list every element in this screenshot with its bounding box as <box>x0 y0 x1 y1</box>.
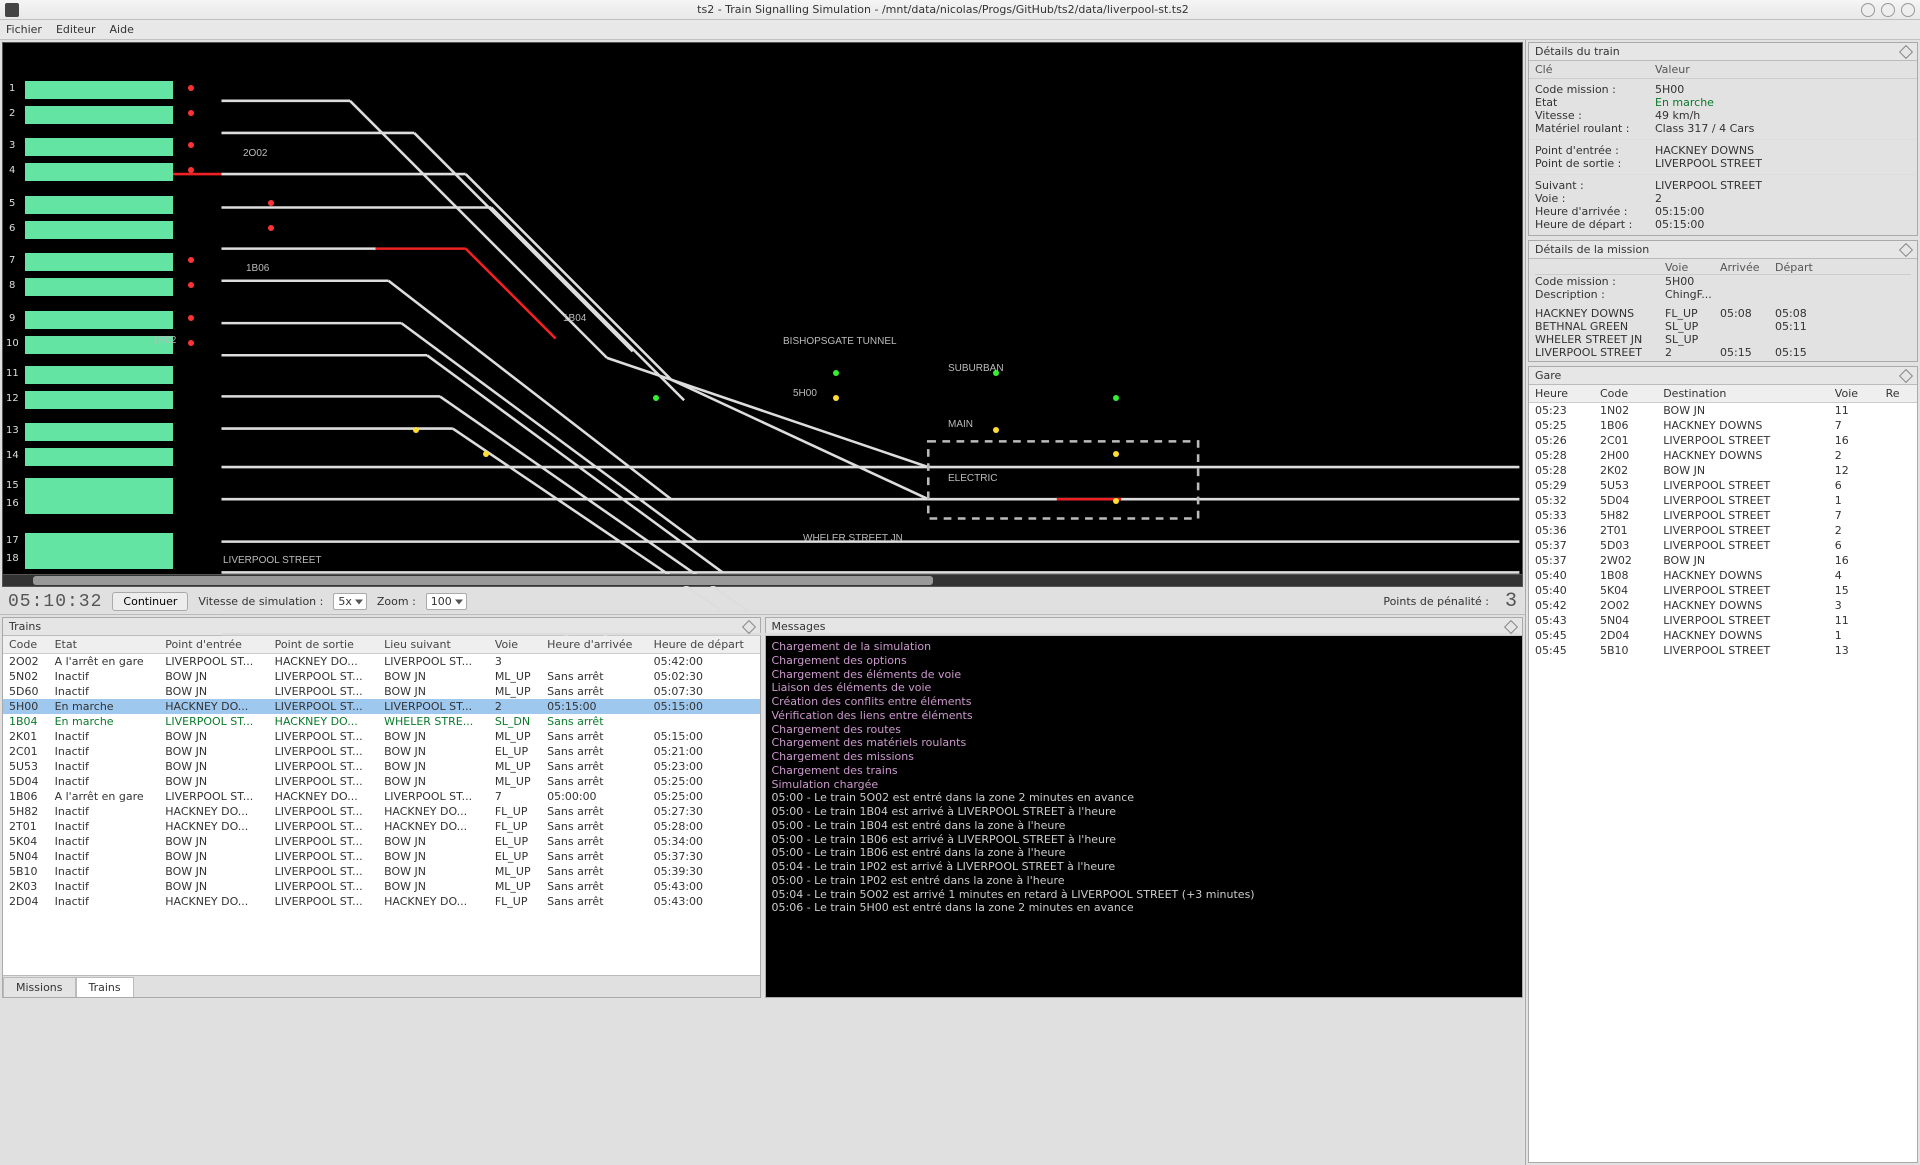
train-row[interactable]: 5H82InactifHACKNEY DO...LIVERPOOL ST...H… <box>3 804 760 819</box>
station-col[interactable]: Code <box>1594 385 1657 403</box>
station-row[interactable]: 05:325D04LIVERPOOL STREET1 <box>1529 493 1917 508</box>
zoom-select[interactable]: 100 <box>426 593 467 610</box>
station-col[interactable]: Destination <box>1657 385 1829 403</box>
train-row[interactable]: 2K03InactifBOW JNLIVERPOOL ST...BOW JNML… <box>3 879 760 894</box>
train-label-1b06: 1B06 <box>246 263 269 274</box>
train-row[interactable]: 5N02InactifBOW JNLIVERPOOL ST...BOW JNML… <box>3 669 760 684</box>
trains-col[interactable]: Voie <box>489 636 541 654</box>
trains-col[interactable]: Point de sortie <box>269 636 378 654</box>
menu-editor[interactable]: Editeur <box>56 23 96 36</box>
station-title: Gare <box>1535 369 1561 382</box>
track-view[interactable]: 12 34 56 78 910 1112 1314 1516 1718 2O02… <box>2 42 1523 587</box>
menu-help[interactable]: Aide <box>110 23 134 36</box>
maximize-button[interactable] <box>1881 3 1895 17</box>
speed-select[interactable]: 5x <box>333 593 367 610</box>
train-row[interactable]: 5D04InactifBOW JNLIVERPOOL ST...BOW JNML… <box>3 774 760 789</box>
station-col[interactable]: Re <box>1880 385 1917 403</box>
mission-stop[interactable]: WHELER STREET JNSL_UP <box>1535 333 1911 346</box>
mission-stop[interactable]: HACKNEY DOWNSFL_UP05:0805:08 <box>1535 307 1911 320</box>
trains-col[interactable]: Code <box>3 636 49 654</box>
label-main: MAIN <box>948 419 973 430</box>
undock-icon[interactable] <box>1899 368 1913 382</box>
menu-file[interactable]: Fichier <box>6 23 42 36</box>
station-row[interactable]: 05:362T01LIVERPOOL STREET2 <box>1529 523 1917 538</box>
label-electric: ELECTRIC <box>948 473 997 484</box>
train-row[interactable]: 5D60InactifBOW JNLIVERPOOL ST...BOW JNML… <box>3 684 760 699</box>
train-row[interactable]: 5K04InactifBOW JNLIVERPOOL ST...BOW JNEL… <box>3 834 760 849</box>
mission-details-title: Détails de la mission <box>1535 243 1649 256</box>
tab-trains[interactable]: Trains <box>76 977 134 997</box>
station-row[interactable]: 05:231N02BOW JN11 <box>1529 403 1917 419</box>
mission-details-panel: Détails de la mission VoieArrivéeDépart … <box>1528 240 1918 362</box>
minimize-button[interactable] <box>1861 3 1875 17</box>
train-row[interactable]: 5H00En marcheHACKNEY DO...LIVERPOOL ST..… <box>3 699 760 714</box>
undock-icon[interactable] <box>1899 242 1913 256</box>
train-row[interactable]: 5B10InactifBOW JNLIVERPOOL ST...BOW JNML… <box>3 864 760 879</box>
train-row[interactable]: 2D04InactifHACKNEY DO...LIVERPOOL ST...H… <box>3 894 760 909</box>
station-row[interactable]: 05:282H00HACKNEY DOWNS2 <box>1529 448 1917 463</box>
station-row[interactable]: 05:405K04LIVERPOOL STREET15 <box>1529 583 1917 598</box>
close-button[interactable] <box>1901 3 1915 17</box>
station-row[interactable]: 05:452D04HACKNEY DOWNS1 <box>1529 628 1917 643</box>
trains-panel: Trains CodeEtatPoint d'entréePoint de so… <box>2 617 761 998</box>
track-scrollbar[interactable] <box>3 574 1522 586</box>
trains-table[interactable]: CodeEtatPoint d'entréePoint de sortieLie… <box>3 636 760 909</box>
mission-stop[interactable]: LIVERPOOL STREET205:1505:15 <box>1535 346 1911 359</box>
tab-missions[interactable]: Missions <box>3 977 76 997</box>
mission-stop[interactable]: BETHNAL GREENSL_UP05:11 <box>1535 320 1911 333</box>
station-row[interactable]: 05:335H82LIVERPOOL STREET7 <box>1529 508 1917 523</box>
station-row[interactable]: 05:372W02BOW JN16 <box>1529 553 1917 568</box>
trains-col[interactable]: Etat <box>49 636 160 654</box>
train-label-1p02: 1P02 <box>153 335 176 346</box>
station-row[interactable]: 05:295U53LIVERPOOL STREET6 <box>1529 478 1917 493</box>
station-col[interactable]: Voie <box>1829 385 1880 403</box>
trains-col[interactable]: Heure d'arrivée <box>541 636 647 654</box>
menubar: Fichier Editeur Aide <box>0 20 1920 40</box>
train-row[interactable]: 5N04InactifBOW JNLIVERPOOL ST...BOW JNEL… <box>3 849 760 864</box>
train-row[interactable]: 2O02A l'arrêt en gareLIVERPOOL ST...HACK… <box>3 654 760 670</box>
train-details-title: Détails du train <box>1535 45 1620 58</box>
train-row[interactable]: 5U53InactifBOW JNLIVERPOOL ST...BOW JNML… <box>3 759 760 774</box>
train-row[interactable]: 2T01InactifHACKNEY DO...LIVERPOOL ST...H… <box>3 819 760 834</box>
trains-tabs: Missions Trains <box>3 975 760 997</box>
train-label-1b04: 1B04 <box>563 313 586 324</box>
trains-col[interactable]: Point d'entrée <box>159 636 268 654</box>
station-row[interactable]: 05:401B08HACKNEY DOWNS4 <box>1529 568 1917 583</box>
label-liverpool: LIVERPOOL STREET <box>223 555 322 566</box>
train-label-2o02: 2O02 <box>243 148 267 159</box>
station-row[interactable]: 05:422O02HACKNEY DOWNS3 <box>1529 598 1917 613</box>
label-bishopsgate: BISHOPSGATE TUNNEL <box>783 336 897 347</box>
train-row[interactable]: 2K01InactifBOW JNLIVERPOOL ST...BOW JNML… <box>3 729 760 744</box>
trains-col[interactable]: Heure de départ <box>648 636 760 654</box>
train-row[interactable]: 1B06A l'arrêt en gareLIVERPOOL ST...HACK… <box>3 789 760 804</box>
station-row[interactable]: 05:262C01LIVERPOOL STREET16 <box>1529 433 1917 448</box>
app-icon <box>5 3 19 17</box>
train-row[interactable]: 1B04En marcheLIVERPOOL ST...HACKNEY DO..… <box>3 714 760 729</box>
train-label-5h00: 5H00 <box>793 388 817 399</box>
station-row[interactable]: 05:455B10LIVERPOOL STREET13 <box>1529 643 1917 658</box>
trains-col[interactable]: Lieu suivant <box>378 636 489 654</box>
undock-icon[interactable] <box>1899 44 1913 58</box>
train-details-panel: Détails du train CléValeur Code mission … <box>1528 42 1918 236</box>
station-table[interactable]: HeureCodeDestinationVoieRe 05:231N02BOW … <box>1529 385 1917 658</box>
label-suburban: SUBURBAN <box>948 363 1004 374</box>
station-panel: Gare HeureCodeDestinationVoieRe 05:231N0… <box>1528 366 1918 1163</box>
window-title: ts2 - Train Signalling Simulation - /mnt… <box>25 3 1861 16</box>
titlebar: ts2 - Train Signalling Simulation - /mnt… <box>0 0 1920 20</box>
station-col[interactable]: Heure <box>1529 385 1594 403</box>
label-wheler: WHELER STREET JN <box>803 533 903 544</box>
station-row[interactable]: 05:282K02BOW JN12 <box>1529 463 1917 478</box>
station-row[interactable]: 05:435N04LIVERPOOL STREET11 <box>1529 613 1917 628</box>
station-row[interactable]: 05:251B06HACKNEY DOWNS7 <box>1529 418 1917 433</box>
station-row[interactable]: 05:375D03LIVERPOOL STREET6 <box>1529 538 1917 553</box>
train-row[interactable]: 2C01InactifBOW JNLIVERPOOL ST...BOW JNEL… <box>3 744 760 759</box>
